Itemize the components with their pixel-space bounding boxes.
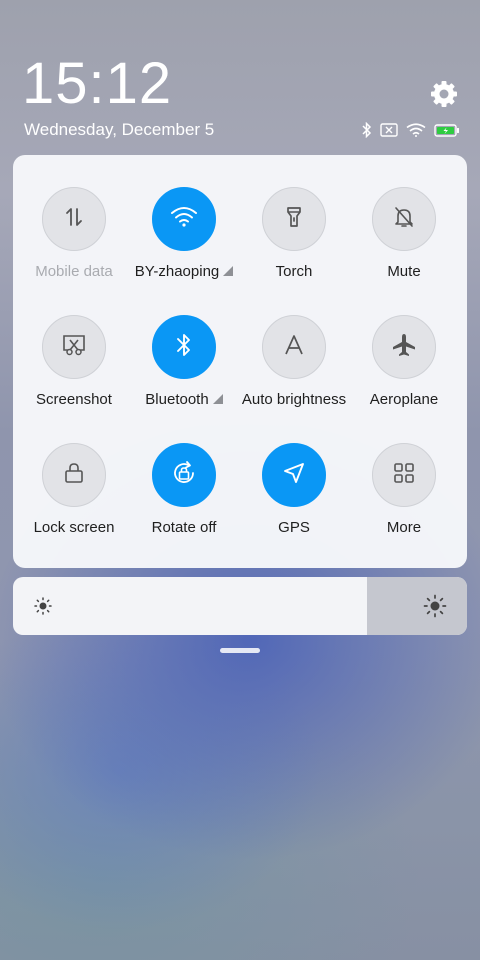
sun-small-icon — [33, 596, 53, 621]
mobile-data-icon — [62, 205, 86, 234]
mute-button[interactable] — [372, 187, 436, 251]
tile-label: More — [386, 519, 422, 536]
brightness-track-remaining — [367, 577, 467, 635]
bluetooth-icon — [175, 332, 193, 363]
torch-icon — [282, 205, 306, 234]
mobile-data-button[interactable] — [42, 187, 106, 251]
battery-charging-icon — [434, 123, 460, 137]
sun-large-icon — [423, 594, 447, 623]
mute-toggle[interactable]: Mute — [344, 187, 464, 297]
bluetooth-icon — [362, 122, 372, 138]
no-sim-icon — [380, 123, 398, 137]
more-toggle[interactable]: More — [344, 443, 464, 553]
gps-button[interactable] — [262, 443, 326, 507]
location-arrow-icon — [281, 460, 307, 491]
wifi-network-name: BY-zhaoping — [134, 263, 220, 280]
wifi-icon — [170, 206, 198, 233]
tile-label: Mute — [387, 263, 421, 280]
aeroplane-toggle[interactable]: Aeroplane — [344, 315, 464, 425]
panel-drag-handle[interactable] — [220, 648, 260, 653]
wifi-button[interactable] — [152, 187, 216, 251]
aeroplane-button[interactable] — [372, 315, 436, 379]
clock: 15:12 — [22, 51, 173, 116]
rotation-lock-icon — [170, 459, 198, 492]
lock-icon — [62, 461, 86, 490]
more-button[interactable] — [372, 443, 436, 507]
bluetooth-label: Bluetooth — [145, 391, 209, 408]
torch-button[interactable] — [262, 187, 326, 251]
bluetooth-button[interactable] — [152, 315, 216, 379]
quick-settings-panel: Mobile data BY-zhaoping Torch Mute Scree… — [13, 155, 467, 568]
gear-icon[interactable] — [428, 78, 460, 110]
date-label: Wednesday, December 5 — [24, 120, 215, 139]
auto-brightness-button[interactable] — [262, 315, 326, 379]
lock-screen-button[interactable] — [42, 443, 106, 507]
airplane-icon — [391, 332, 417, 363]
expand-indicator-icon — [212, 394, 223, 404]
rotate-button[interactable] — [152, 443, 216, 507]
grid-icon — [392, 461, 416, 490]
status-bar-icons — [362, 120, 460, 140]
screenshot-button[interactable] — [42, 315, 106, 379]
tile-label: Aeroplane — [369, 391, 439, 408]
wifi-icon — [406, 123, 426, 137]
bell-off-icon — [392, 205, 416, 234]
brightness-slider[interactable] — [13, 577, 467, 635]
auto-brightness-icon — [282, 333, 306, 362]
screenshot-icon — [61, 333, 87, 362]
